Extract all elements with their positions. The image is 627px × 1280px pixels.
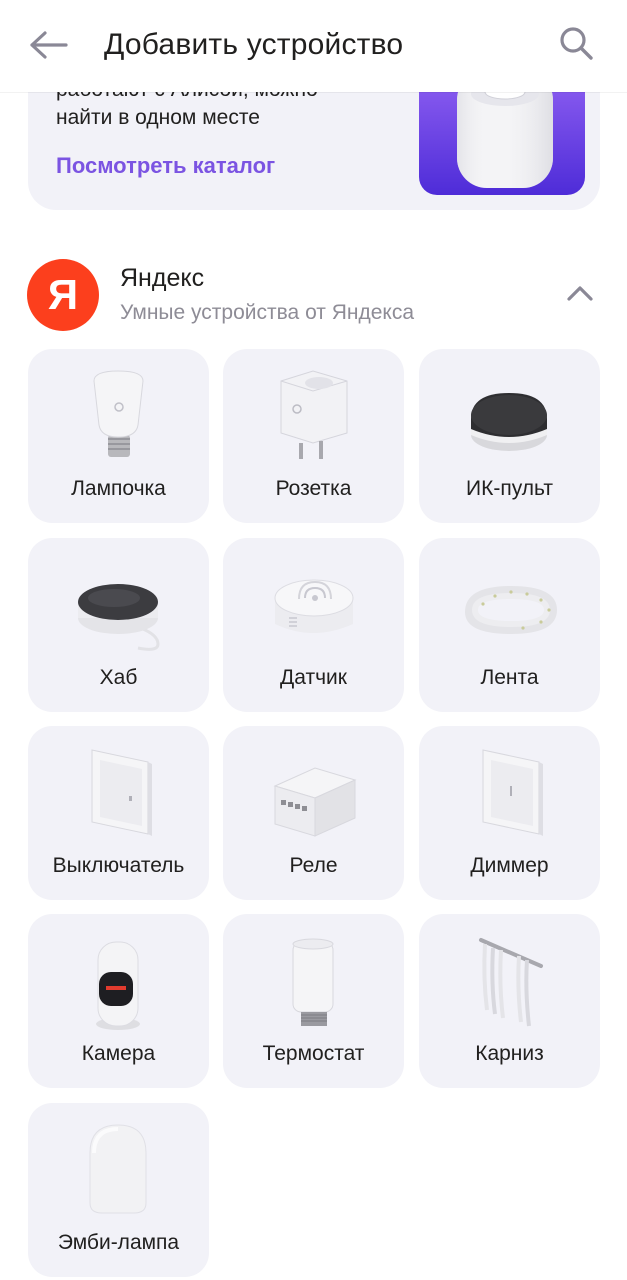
device-tile-led-strip[interactable]: Лента (419, 538, 600, 712)
relay-icon (223, 740, 404, 844)
led-strip-icon (419, 552, 600, 656)
device-label: Реле (289, 854, 338, 877)
device-label: Датчик (280, 666, 347, 689)
device-tile-dimmer[interactable]: Диммер (419, 726, 600, 900)
device-label: Эмби-лампа (57, 1231, 180, 1254)
device-label: Хаб (99, 666, 138, 689)
yandex-logo: Я (27, 259, 99, 331)
device-label: Диммер (470, 854, 549, 877)
brand-name: Яндекс (120, 264, 205, 292)
page-title: Добавить устройство (104, 28, 404, 61)
device-label: Выключатель (52, 854, 185, 877)
top-bar: Добавить устройство (0, 0, 627, 92)
hub-icon (28, 552, 209, 656)
device-label: Розетка (275, 477, 352, 500)
device-tile-thermostat[interactable]: Термостат (223, 914, 404, 1088)
device-tile-socket[interactable]: Розетка (223, 349, 404, 523)
device-label: Термостат (262, 1042, 365, 1065)
device-tile-relay[interactable]: Реле (223, 726, 404, 900)
chevron-up-icon[interactable] (562, 278, 598, 308)
curtain-rail-icon (419, 928, 600, 1032)
view-catalog-link[interactable]: Посмотреть каталог (56, 153, 275, 179)
ambient-lamp-icon (28, 1117, 209, 1221)
device-tile-switch[interactable]: Выключатель (28, 726, 209, 900)
bulb-icon (28, 363, 209, 467)
device-tile-hub[interactable]: Хаб (28, 538, 209, 712)
ir-remote-icon (419, 363, 600, 467)
yandex-logo-letter: Я (48, 271, 78, 318)
dimmer-icon (419, 740, 600, 844)
device-tile-ir-remote[interactable]: ИК-пульт (419, 349, 600, 523)
promo-text-line-2: найти в одном месте (56, 106, 260, 129)
device-label: Карниз (475, 1042, 544, 1065)
device-tile-sensor[interactable]: Датчик (223, 538, 404, 712)
camera-icon (28, 928, 209, 1032)
page: работают с Алисой, можно найти в одном м… (0, 0, 627, 1280)
humidifier-image (419, 80, 585, 195)
back-arrow-icon[interactable] (28, 26, 70, 66)
device-label: ИК-пульт (466, 477, 553, 500)
device-label: Камера (81, 1042, 156, 1065)
device-tile-curtain-rail[interactable]: Карниз (419, 914, 600, 1088)
thermostat-icon (223, 928, 404, 1032)
device-label: Лента (480, 666, 539, 689)
brand-subtitle: Умные устройства от Яндекса (120, 301, 415, 324)
search-icon[interactable] (557, 24, 597, 64)
sensor-icon (223, 552, 404, 656)
device-tile-camera[interactable]: Камера (28, 914, 209, 1088)
device-label: Лампочка (71, 477, 166, 500)
device-tile-ambient-lamp[interactable]: Эмби-лампа (28, 1103, 209, 1277)
switch-icon (28, 740, 209, 844)
device-tile-bulb[interactable]: Лампочка (28, 349, 209, 523)
socket-icon (223, 363, 404, 467)
